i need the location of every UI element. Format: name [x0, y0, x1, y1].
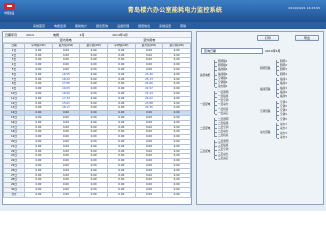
subtree-node[interactable]: 动力4	[277, 136, 287, 140]
tree-group: 一层照明 一层插座 一层空调 一层动力 一层机房 一层其它	[214, 90, 228, 116]
subtree-group: 空调1 空调2 空调3 空调4 空调5	[276, 100, 287, 122]
meta-period: 2014年4月	[112, 32, 128, 37]
tree-node[interactable]: 一层其它	[215, 112, 228, 116]
app-title: 青岛楼六办公室能耗电力监控系统	[127, 7, 223, 14]
menu-item-devices[interactable]: 设备管理	[114, 24, 132, 28]
company-logo: 中国建设	[4, 3, 22, 15]
report-table: 日期 平均值(kW) 最大值(kW) 最小值(kW) 平均值(kW) 最大值(k…	[3, 43, 191, 198]
query-date-value: 2014年4月	[265, 49, 281, 53]
subtree-group-label[interactable]: 照明回路	[260, 66, 270, 70]
report-table-body: 1日 0.00 0.00 0.00 0.00 0.00 0.00 2日 0.00 0.00 0.00…	[3, 47, 191, 198]
meta-label-grid: 电网	[52, 32, 59, 37]
meta-value-year: 2014	[26, 32, 34, 37]
tree-node[interactable]: 二层机房	[215, 134, 228, 138]
subtree-node[interactable]: 插座5	[277, 95, 287, 99]
header-bar: 中国建设 青岛楼六办公室能耗电力监控系统 2014/04/21 14:23:05	[0, 0, 326, 22]
app-window: 中国建设 青岛楼六办公室能耗电力监控系统 2014/04/21 14:23:05…	[0, 0, 326, 211]
menu-item-settings[interactable]: 系统设置	[156, 24, 174, 28]
tree-group-label[interactable]: 总配电柜	[200, 73, 210, 77]
tree-group: 照明箱1 照明箱2 插座箱1 插座箱2 空调箱1 空调箱2 动力箱1	[214, 60, 227, 89]
print-button[interactable]: 打印	[257, 35, 279, 41]
tree-group-label[interactable]: 二层配电	[200, 126, 210, 130]
query-date-label: 查询日期	[204, 49, 217, 53]
menu-item-help[interactable]: 帮助	[177, 24, 189, 28]
logo-mark-icon	[4, 3, 15, 10]
value-cell: 0.00	[162, 191, 191, 198]
report-panel: 日期年月 2014 电网 4月 2014年4月 室内用电 室外用电 日期 平均值…	[2, 31, 192, 205]
subtree-node[interactable]: 空调5	[277, 118, 287, 122]
circuit-tree: 总配电柜 照明箱1 照明箱2 插座箱1 插座箱2 空调箱1 空调箱2 动力箱1 一层配电 一层照明…	[200, 60, 322, 204]
menu-item-home[interactable]: 系统首页	[30, 24, 48, 28]
value-cell: 0.00	[51, 191, 81, 198]
datetime-status: 2014/04/21 14:23:05	[288, 6, 320, 10]
menu-item-alarms[interactable]: 报警信息	[135, 24, 153, 28]
tree-group-label[interactable]: 一层配电	[200, 102, 210, 106]
export-button[interactable]: 导出	[295, 35, 319, 41]
subtree-group: 插座1 插座2 插座3 插座4 插座5	[276, 78, 287, 99]
meta-value-month: 4月	[79, 32, 85, 37]
value-cell: 0.00	[79, 191, 108, 198]
table-row[interactable]: 合计 0.00 0.00 0.00 0.00 0.00 0.00	[3, 191, 191, 198]
subtree-node[interactable]: 照明4	[277, 73, 287, 77]
tree-node[interactable]: 三层其它	[215, 157, 228, 161]
query-toolbar: 打印 导出 查询日期 2014年4月	[197, 32, 323, 60]
main-menu: 系统首页 电能监测 能耗统计 报表查询 设备管理 报警信息 系统设置 帮助	[0, 22, 326, 29]
tree-group: 三层照明 三层插座 三层空调 三层动力 三层其它	[214, 140, 228, 161]
tree-node[interactable]: 动力箱1	[215, 85, 227, 89]
menu-item-report[interactable]: 报表查询	[93, 24, 111, 28]
group-outdoor: 室外用电	[143, 38, 156, 42]
subtree-group-label[interactable]: 插座回路	[260, 87, 270, 91]
tree-group: 二层照明 二层插座 二层空调 二层动力 二层机房	[214, 117, 228, 138]
meta-label-date: 日期年月	[5, 32, 18, 37]
subtree-group-label[interactable]: 动力回路	[260, 130, 270, 134]
tree-group-label[interactable]: 三层配电	[200, 149, 210, 153]
value-cell: 0.00	[24, 191, 53, 198]
logo-text: 中国建设	[4, 12, 15, 15]
value-cell: 0.00	[134, 191, 164, 198]
subtree-group-label[interactable]: 空调回路	[260, 109, 270, 113]
value-cell: 0.00	[106, 191, 136, 198]
row-date-cell: 合计	[3, 191, 25, 198]
query-date-select[interactable]: 查询日期	[201, 48, 263, 54]
menu-item-monitor[interactable]: 电能监测	[51, 24, 69, 28]
subtree-group: 照明1 照明2 照明3 照明4	[276, 60, 287, 77]
group-indoor: 室内用电	[59, 38, 72, 42]
query-panel: 打印 导出 查询日期 2014年4月 总配电柜 照明箱1 照明箱2 插座箱1 插座箱2 空…	[196, 31, 324, 205]
subtree-group: 动力1 动力2 动力3 动力4	[276, 123, 287, 140]
menu-item-stats[interactable]: 能耗统计	[72, 24, 90, 28]
